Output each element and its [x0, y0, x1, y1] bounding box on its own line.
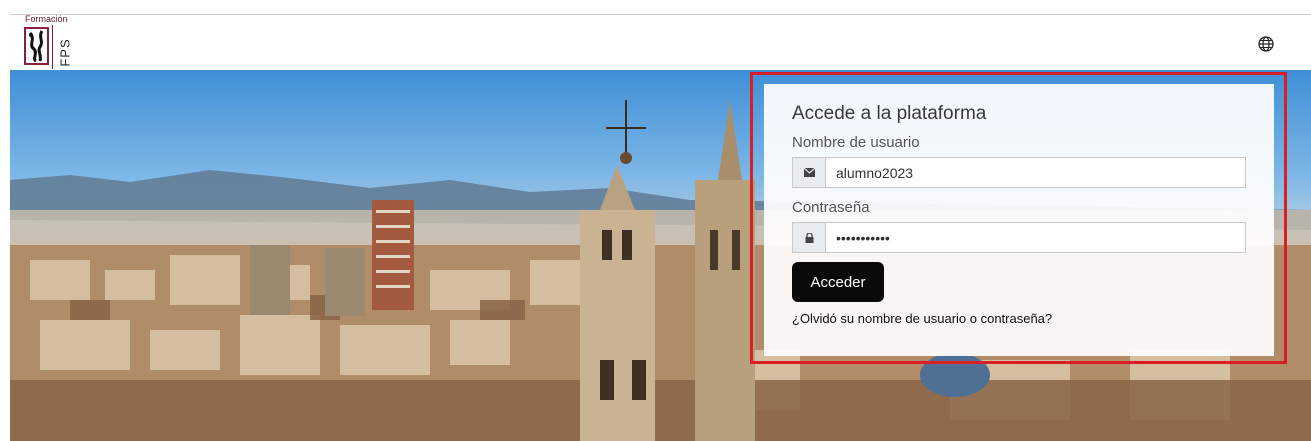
site-header: Formación FPS [0, 0, 1311, 70]
login-title: Accede a la plataforma [792, 103, 987, 124]
password-input[interactable] [826, 223, 1245, 252]
forgot-credentials-link[interactable]: ¿Olvidó su nombre de usuario o contraseñ… [792, 311, 1246, 326]
logo-text: Formación [25, 14, 68, 24]
globe-icon [1258, 36, 1274, 52]
logo-mark-icon [24, 27, 49, 65]
username-input[interactable] [826, 158, 1245, 187]
login-card: Accede a la plataforma Nombre de usuario… [764, 84, 1274, 356]
header-divider [10, 14, 1311, 15]
password-field-group [792, 222, 1246, 253]
logo-brand: FPS [52, 25, 73, 69]
logo-brand-text: FPS [57, 38, 73, 67]
login-submit-button[interactable]: Acceder [792, 262, 884, 302]
password-label: Contraseña [792, 199, 870, 216]
site-logo[interactable]: Formación FPS [22, 14, 82, 69]
username-label: Nombre de usuario [792, 134, 920, 151]
username-field-group [792, 157, 1246, 188]
language-button[interactable] [1256, 34, 1276, 54]
envelope-icon [793, 158, 826, 187]
lock-icon [793, 223, 826, 252]
